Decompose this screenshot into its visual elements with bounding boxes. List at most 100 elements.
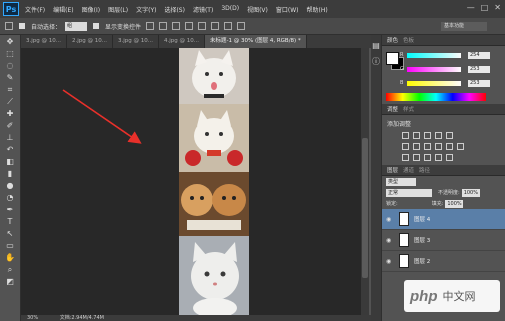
foreground-color-swatch[interactable] <box>386 52 399 65</box>
tab-adjustments[interactable]: 调整 <box>387 105 398 113</box>
align-middle-icon[interactable] <box>159 22 168 30</box>
menu-select[interactable]: 选择(S) <box>164 5 185 14</box>
menu-type[interactable]: 文字(Y) <box>136 5 156 14</box>
workspace-switcher[interactable]: 基本功能 <box>441 22 487 31</box>
eyedropper-tool-icon[interactable]: ⟋ <box>5 97 15 107</box>
document-canvas[interactable] <box>179 48 249 315</box>
menu-help[interactable]: 帮助(H) <box>307 5 328 14</box>
doc-tab[interactable]: 4.jpg @ 10... <box>159 35 205 48</box>
minimize-button[interactable]: — <box>467 3 475 12</box>
crop-tool-icon[interactable]: ⌗ <box>5 85 15 95</box>
canvas-vertical-scrollbar[interactable] <box>361 48 369 315</box>
healing-brush-tool-icon[interactable]: ✚ <box>5 109 15 119</box>
shape-tool-icon[interactable]: ▭ <box>5 241 15 251</box>
menu-3d[interactable]: 3D(D) <box>221 5 239 14</box>
type-tool-icon[interactable]: T <box>5 217 15 227</box>
r-value[interactable]: 254 <box>468 52 490 59</box>
menu-filter[interactable]: 滤镜(T) <box>193 5 213 14</box>
marquee-tool-icon[interactable]: ⬚ <box>5 49 15 59</box>
curves-icon[interactable] <box>424 132 431 139</box>
visibility-eye-icon[interactable]: ◉ <box>386 237 394 244</box>
zoom-level[interactable]: 30% <box>27 315 38 321</box>
blend-mode-select[interactable]: 正常 <box>386 188 432 197</box>
visibility-eye-icon[interactable]: ◉ <box>386 216 394 223</box>
gradient-map-icon[interactable] <box>435 154 442 161</box>
selective-color-icon[interactable] <box>446 154 453 161</box>
color-swatches-icon[interactable]: ◩ <box>5 277 15 287</box>
auto-select-dropdown[interactable]: 组 <box>65 21 88 31</box>
align-bottom-icon[interactable] <box>172 22 181 30</box>
exposure-icon[interactable] <box>435 132 442 139</box>
path-select-tool-icon[interactable]: ↖ <box>5 229 15 239</box>
auto-select-checkbox[interactable] <box>19 23 25 29</box>
blur-tool-icon[interactable]: ● <box>5 181 15 191</box>
maximize-button[interactable]: □ <box>481 3 489 12</box>
doc-tab-active[interactable]: 未标题-1 @ 30% (图层 4, RGB/8) * <box>205 35 307 48</box>
gradient-tool-icon[interactable]: ▮ <box>5 169 15 179</box>
menu-file[interactable]: 文件(F) <box>25 5 45 14</box>
move-tool-preset-icon[interactable] <box>5 22 13 30</box>
opacity-input[interactable]: 100% <box>461 188 480 197</box>
photo-filter-icon[interactable] <box>435 143 442 150</box>
align-right-icon[interactable] <box>211 22 220 30</box>
align-top-icon[interactable] <box>146 22 155 30</box>
doc-tab[interactable]: 3.jpg @ 10... <box>21 35 67 48</box>
g-value[interactable]: 253 <box>468 66 490 73</box>
doc-tab[interactable]: 3.jpg @ 10... <box>113 35 159 48</box>
align-left-icon[interactable] <box>185 22 194 30</box>
zoom-tool-icon[interactable]: ⌕ <box>5 265 15 275</box>
tab-color[interactable]: 颜色 <box>387 36 398 44</box>
b-value[interactable]: 253 <box>468 80 490 87</box>
channel-mixer-icon[interactable] <box>446 143 453 150</box>
visibility-eye-icon[interactable]: ◉ <box>386 258 394 265</box>
properties-panel-icon[interactable]: ⓘ <box>372 57 380 67</box>
g-slider[interactable] <box>407 67 461 72</box>
menu-edit[interactable]: 编辑(E) <box>53 5 73 14</box>
eraser-tool-icon[interactable]: ◧ <box>5 157 15 167</box>
show-transform-checkbox[interactable] <box>93 23 100 29</box>
canvas-area[interactable] <box>21 48 361 315</box>
vibrance-icon[interactable] <box>446 132 453 139</box>
3d-mode-icon[interactable] <box>237 22 246 30</box>
tab-layers[interactable]: 图层 <box>387 166 398 174</box>
levels-icon[interactable] <box>413 132 420 139</box>
pen-tool-icon[interactable]: ✒ <box>5 205 15 215</box>
posterize-icon[interactable] <box>413 154 420 161</box>
menu-window[interactable]: 窗口(W) <box>276 5 299 14</box>
distribute-icon[interactable] <box>224 22 233 30</box>
history-brush-tool-icon[interactable]: ↶ <box>5 145 15 155</box>
threshold-icon[interactable] <box>424 154 431 161</box>
tab-paths[interactable]: 路径 <box>419 166 430 174</box>
layer-row[interactable]: ◉ 图层 3 <box>382 230 505 251</box>
b-slider[interactable] <box>407 81 461 86</box>
black-white-icon[interactable] <box>424 143 431 150</box>
hand-tool-icon[interactable]: ✋ <box>5 253 15 263</box>
lasso-tool-icon[interactable]: ◌ <box>5 61 15 71</box>
tab-swatches[interactable]: 色板 <box>403 36 414 44</box>
invert-icon[interactable] <box>402 154 409 161</box>
clone-stamp-tool-icon[interactable]: ⊥ <box>5 133 15 143</box>
r-slider[interactable] <box>407 53 461 58</box>
menu-view[interactable]: 视图(V) <box>247 5 268 14</box>
move-tool-icon[interactable]: ✥ <box>5 37 15 47</box>
tab-styles[interactable]: 样式 <box>403 105 414 113</box>
doc-tab[interactable]: 2.jpg @ 10... <box>67 35 113 48</box>
color-lookup-icon[interactable] <box>457 143 464 150</box>
align-center-icon[interactable] <box>198 22 207 30</box>
layer-row[interactable]: ◉ 图层 4 <box>382 209 505 230</box>
fill-input[interactable]: 100% <box>445 199 464 208</box>
brush-tool-icon[interactable]: ✐ <box>5 121 15 131</box>
brightness-icon[interactable] <box>402 132 409 139</box>
menu-layer[interactable]: 图层(L) <box>108 5 128 14</box>
close-button[interactable]: ✕ <box>494 3 501 12</box>
dodge-tool-icon[interactable]: ◔ <box>5 193 15 203</box>
color-spectrum[interactable] <box>386 93 486 101</box>
quick-select-tool-icon[interactable]: ✎ <box>5 73 15 83</box>
tab-channels[interactable]: 通道 <box>403 166 414 174</box>
scrollbar-thumb[interactable] <box>362 138 368 278</box>
history-panel-icon[interactable]: ▤ <box>372 41 380 51</box>
color-balance-icon[interactable] <box>413 143 420 150</box>
layer-row[interactable]: ◉ 图层 2 <box>382 251 505 272</box>
menu-image[interactable]: 图像(I) <box>82 5 100 14</box>
layer-kind-filter[interactable]: 类型 <box>386 177 416 186</box>
